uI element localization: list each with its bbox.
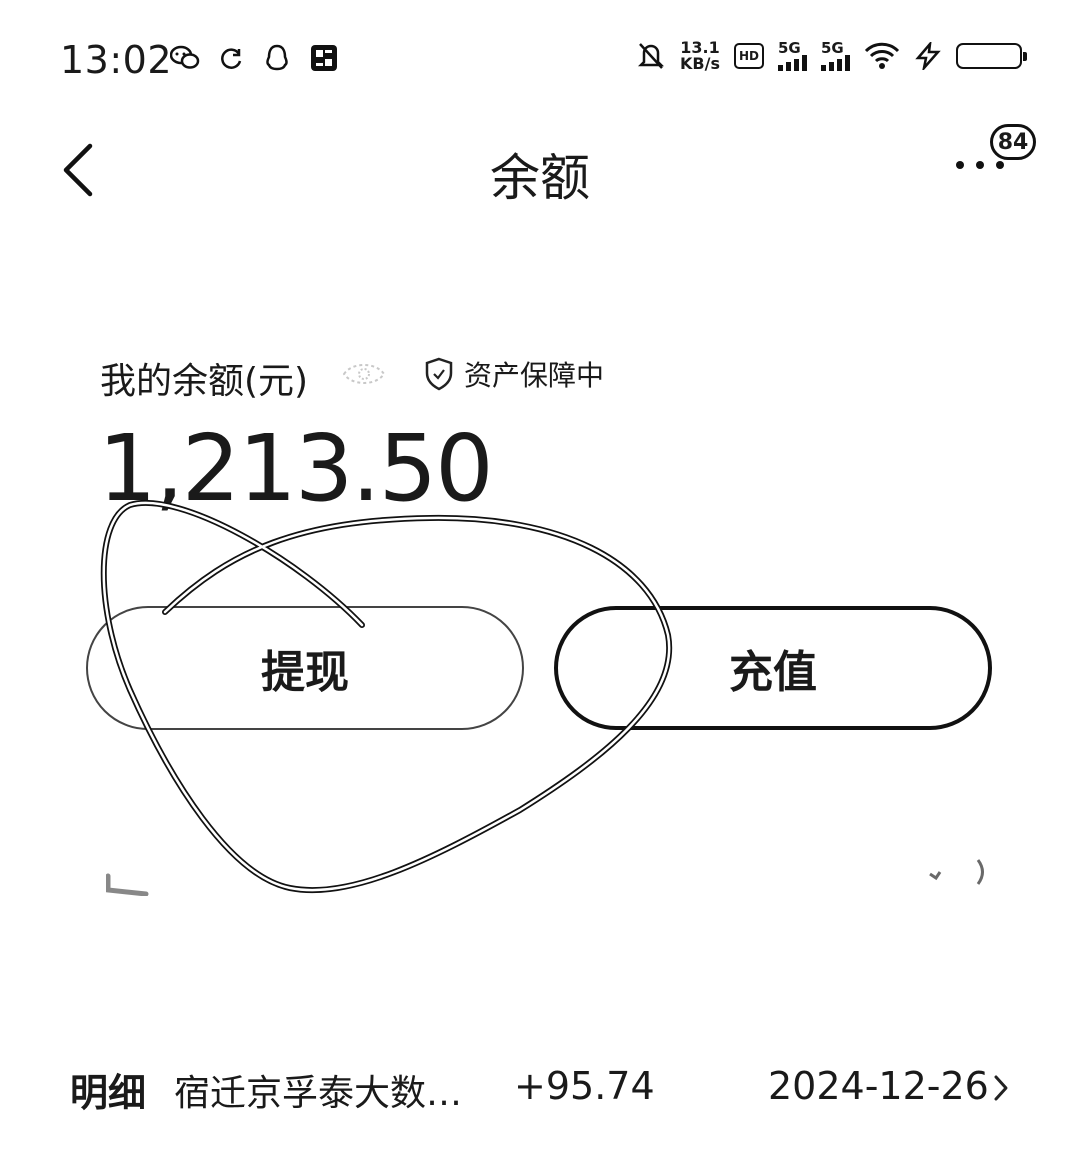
withdraw-button[interactable]: 提现 xyxy=(86,606,524,730)
app-icon xyxy=(311,45,337,71)
details-merchant: 宿迁京孚泰大数… xyxy=(174,1073,463,1114)
details-date: 2024-12-26 xyxy=(768,1064,989,1108)
details-amount: +95.74 xyxy=(514,1064,655,1108)
page-title: 余额 xyxy=(490,149,590,207)
mute-icon xyxy=(638,43,665,69)
status-left-icons xyxy=(170,44,338,72)
status-time: 13:02 xyxy=(60,38,173,82)
more-dot-icon xyxy=(976,161,984,169)
net-speed: 13.1 KB/s xyxy=(680,40,720,72)
more-dot-icon xyxy=(956,161,964,169)
protection-text: 资产保障中 xyxy=(464,359,605,392)
details-row[interactable]: 明细 宿迁京孚泰大数… +95.74 2024-12-26 xyxy=(70,1062,1010,1115)
balance-label: 我的余额(元) xyxy=(100,361,309,402)
more-dot-icon xyxy=(996,161,1004,169)
chevron-right-icon xyxy=(994,1075,1008,1101)
balance-amount: 1,213.50 xyxy=(98,415,494,522)
charging-icon xyxy=(915,42,941,70)
blurred-item-icon xyxy=(106,873,149,896)
sim1-label: 5G xyxy=(778,39,801,57)
recharge-button[interactable]: 充值 xyxy=(554,606,992,730)
signal-bars-icon xyxy=(821,55,850,71)
sim2-signal: 5G xyxy=(821,41,850,71)
status-right: 13.1 KB/s HD 5G 5G xyxy=(636,40,1027,72)
protection-status: 资产保障中 xyxy=(424,354,604,394)
details-label: 明细 xyxy=(70,1071,147,1115)
sync-icon xyxy=(221,48,242,69)
blurred-chevron-icon xyxy=(929,859,984,885)
hd-icon: HD xyxy=(734,43,764,69)
sim1-signal: 5G xyxy=(778,41,807,71)
wechat-icon xyxy=(170,45,200,69)
net-speed-unit: KB/s xyxy=(680,54,720,73)
signal-bars-icon xyxy=(778,55,807,71)
eye-icon[interactable] xyxy=(340,358,388,390)
notification-badge: 84 xyxy=(990,124,1036,160)
shield-icon xyxy=(425,357,453,391)
wifi-icon xyxy=(864,42,900,69)
qq-icon xyxy=(266,44,288,71)
sim2-label: 5G xyxy=(821,39,844,57)
battery-icon xyxy=(956,43,1027,69)
